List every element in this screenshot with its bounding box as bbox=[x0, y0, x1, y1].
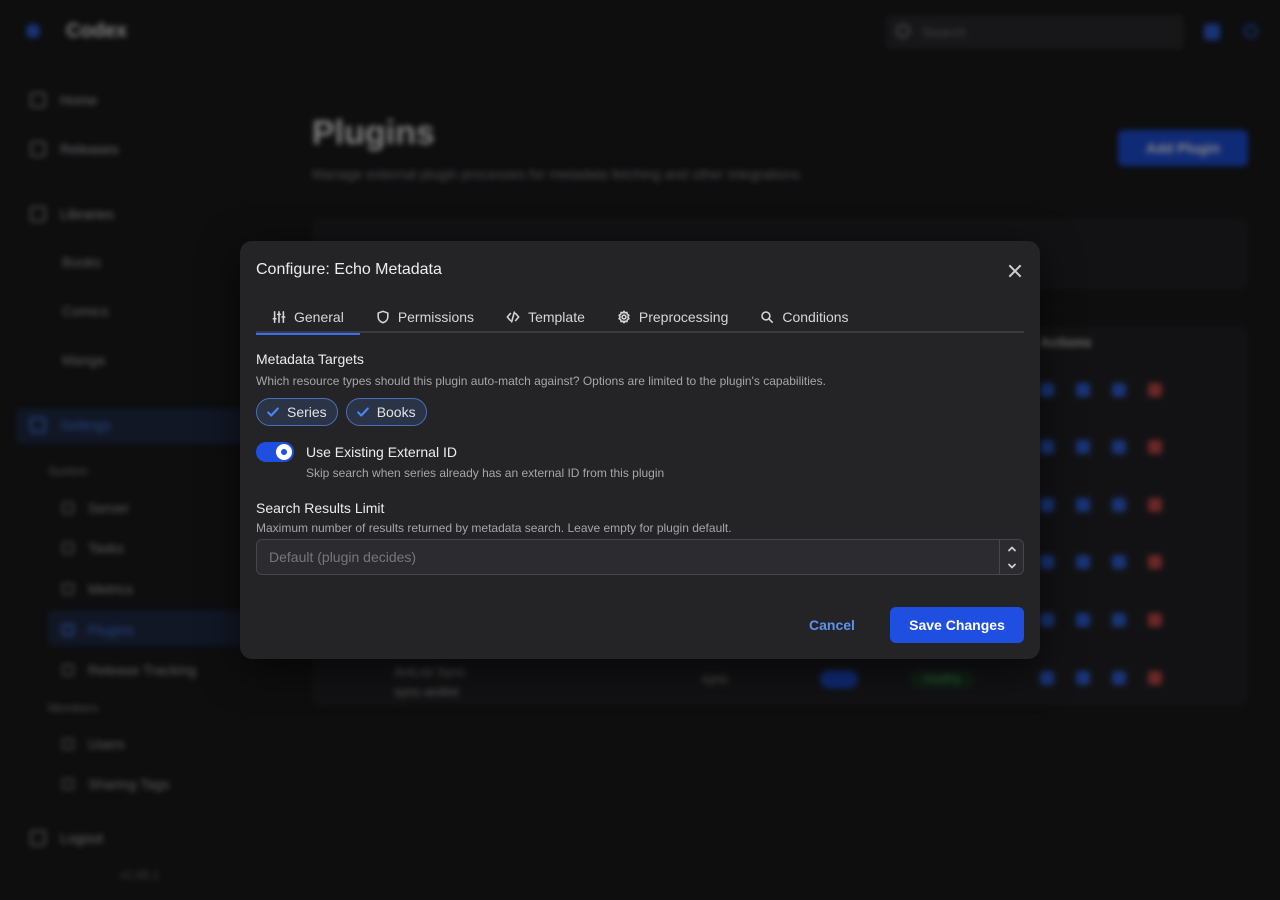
close-icon[interactable] bbox=[1005, 261, 1025, 281]
gear-icon bbox=[618, 310, 630, 324]
metadata-targets-description: Which resource types should this plugin … bbox=[256, 374, 826, 388]
tab-permissions[interactable]: Permissions bbox=[360, 301, 490, 333]
increment-button[interactable] bbox=[1000, 540, 1024, 557]
search-limit-title: Search Results Limit bbox=[256, 500, 385, 516]
search-limit-field bbox=[256, 539, 1024, 575]
chevron-down-icon bbox=[1008, 563, 1016, 568]
tab-label: Conditions bbox=[782, 309, 849, 325]
chip-label: Books bbox=[376, 404, 416, 420]
code-icon bbox=[506, 311, 520, 323]
chip-label: Series bbox=[287, 404, 327, 420]
search-icon bbox=[761, 311, 774, 324]
tab-label: Preprocessing bbox=[638, 309, 729, 325]
tab-template[interactable]: Template bbox=[490, 301, 601, 333]
use-external-id-label: Use Existing External ID bbox=[306, 444, 457, 460]
use-external-id-description: Skip search when series already has an e… bbox=[306, 466, 665, 480]
dialog-title: Configure: Echo Metadata bbox=[256, 261, 442, 278]
search-limit-stepper bbox=[999, 540, 1023, 574]
metadata-target-chips: Series Books bbox=[256, 398, 427, 426]
tab-label: Template bbox=[528, 309, 585, 325]
check-icon bbox=[356, 407, 369, 417]
cancel-button[interactable]: Cancel bbox=[796, 607, 868, 643]
chevron-up-icon bbox=[1008, 546, 1016, 551]
save-changes-button[interactable]: Save Changes bbox=[890, 607, 1024, 643]
tab-label: General bbox=[294, 309, 344, 325]
chip-books[interactable]: Books bbox=[345, 398, 427, 426]
chip-series[interactable]: Series bbox=[256, 398, 338, 426]
configure-plugin-dialog: Configure: Echo Metadata General Permiss… bbox=[240, 241, 1040, 659]
tab-conditions[interactable]: Conditions bbox=[744, 301, 864, 333]
tab-label: Permissions bbox=[397, 309, 475, 325]
decrement-button[interactable] bbox=[1000, 557, 1024, 574]
toggle-knob bbox=[276, 444, 292, 460]
dialog-tabs: General Permissions Template Preprocessi… bbox=[256, 301, 1024, 335]
shield-icon bbox=[377, 310, 389, 324]
tab-preprocessing[interactable]: Preprocessing bbox=[601, 301, 745, 333]
search-limit-input[interactable] bbox=[257, 540, 999, 574]
search-limit-description: Maximum number of results returned by me… bbox=[256, 521, 732, 535]
use-external-id-toggle[interactable] bbox=[256, 442, 294, 462]
sliders-icon bbox=[272, 310, 286, 324]
tab-general[interactable]: General bbox=[256, 301, 360, 335]
check-icon bbox=[267, 407, 279, 417]
metadata-targets-title: Metadata Targets bbox=[256, 351, 364, 367]
